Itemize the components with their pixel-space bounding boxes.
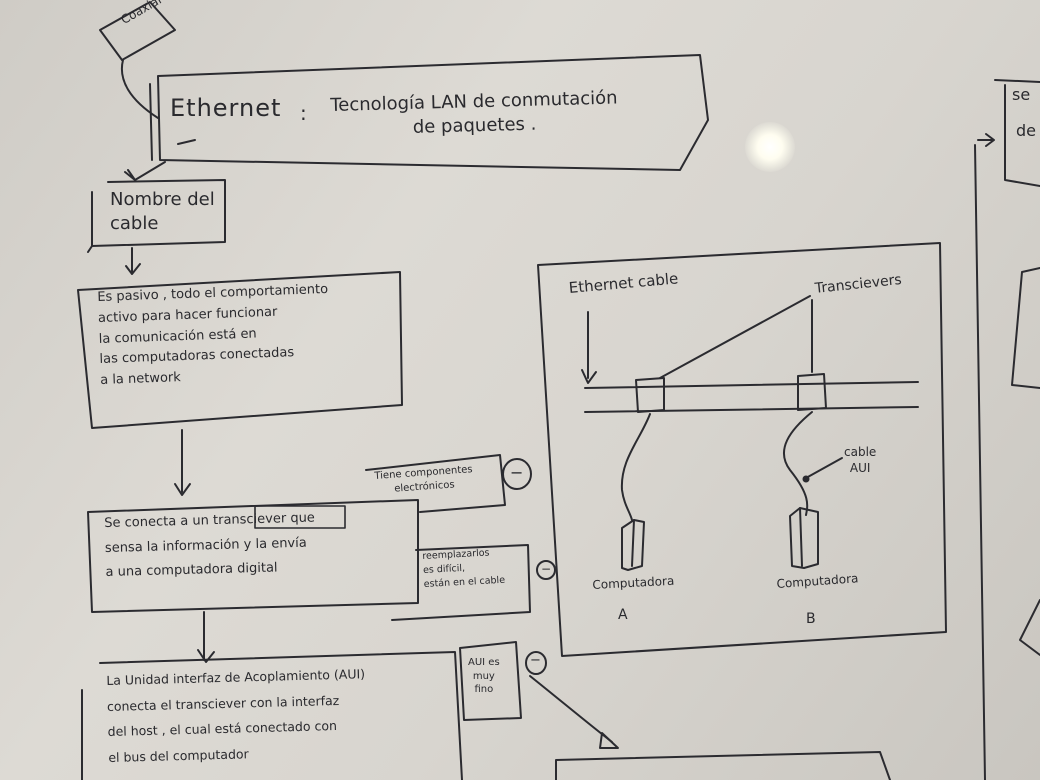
cable-name-label: Nombre del cable xyxy=(110,189,215,235)
aui-fino-text: AUI es muy fino xyxy=(468,657,500,695)
minus-sign-3: − xyxy=(530,653,541,668)
ethernet-cable-top xyxy=(584,381,919,389)
right-edge-text-1: se xyxy=(1012,85,1031,104)
coaxial-connector xyxy=(120,59,159,119)
minus-sign-2: − xyxy=(541,562,552,576)
right-edge-text-2: de xyxy=(1016,121,1036,140)
passive-note-text: Es pasivo , todo el comportamiento activ… xyxy=(97,281,329,389)
replace-note-text: reemplazarlos es difícil, están en el ca… xyxy=(422,547,506,590)
whiteboard: Coaxial Ethernet : Tecnología LAN de con… xyxy=(0,0,1040,780)
title-ethernet: Ethernet xyxy=(170,94,282,122)
aui-note-text: La Unidad interfaz de Acoplamiento (AUI)… xyxy=(106,666,366,765)
computer-b-shape xyxy=(789,507,819,569)
diagram-letter-a: A xyxy=(618,607,628,623)
transceiver-a xyxy=(635,377,665,413)
diagram-frame xyxy=(537,242,947,657)
aui-cable-a xyxy=(620,413,651,521)
transceiver-b xyxy=(797,373,827,411)
title-colon: : xyxy=(300,101,307,125)
diagram-cable-aui-label: cable AUI xyxy=(844,445,877,476)
title-definition: Tecnología LAN de conmutación de paquete… xyxy=(330,87,618,139)
ethernet-cable-bottom xyxy=(584,406,919,413)
diagram-letter-b: B xyxy=(806,611,816,627)
aui-cable-b xyxy=(783,411,813,516)
minus-sign-1: − xyxy=(510,463,524,482)
transceiver-note-text: Se conecta a un transciever que sensa la… xyxy=(104,510,316,581)
